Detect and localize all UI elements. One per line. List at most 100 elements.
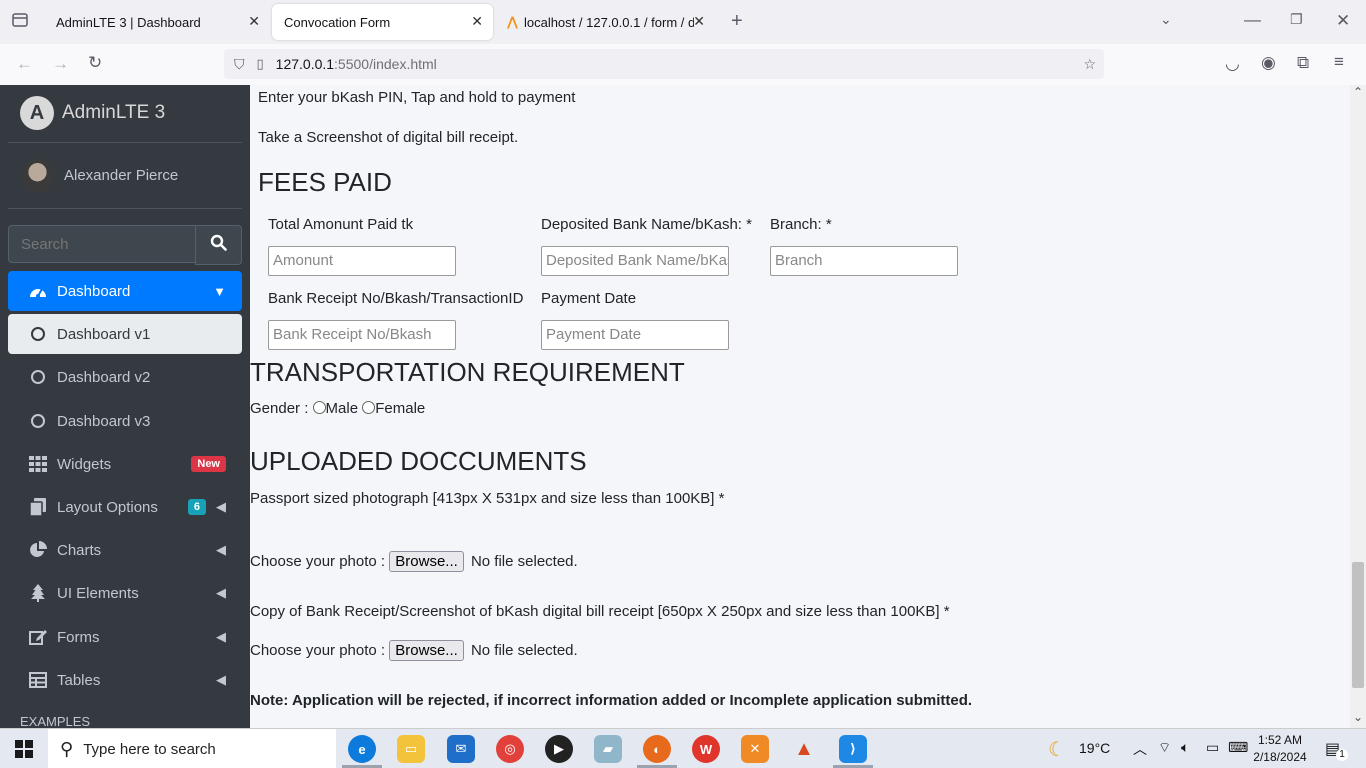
tab-adminlte-dashboard[interactable]: AdminLTE 3 | Dashboard ✕ [44, 4, 270, 40]
browse-button[interactable]: Browse... [389, 551, 464, 572]
payment-date-input[interactable]: Payment Date [541, 320, 729, 350]
tab-phpmyadmin[interactable]: ⋀ localhost / 127.0.0.1 / form / da ✕ [495, 4, 715, 40]
user-panel[interactable]: Alexander Pierce [21, 159, 178, 192]
sidebar-item-label: Dashboard v2 [57, 368, 151, 386]
scroll-up-icon[interactable]: ⌃ [1353, 85, 1363, 99]
close-tab-icon[interactable]: ✕ [248, 13, 260, 30]
extensions-icon[interactable]: ⧉ [1297, 53, 1309, 73]
list-all-tabs-icon[interactable]: ⌄ [1160, 11, 1172, 28]
brand-link[interactable]: A AdminLTE 3 [20, 96, 165, 130]
sidebar-item-label: Dashboard v3 [57, 412, 151, 430]
sidebar-item-label: Tables [57, 671, 101, 689]
firefox-icon[interactable]: ◐ [643, 735, 671, 763]
weather-temperature[interactable]: 19°C [1079, 740, 1110, 756]
sidebar: A AdminLTE 3 Alexander Pierce Dashboard … [0, 85, 250, 728]
choose-photo-label: Choose your photo : [250, 642, 386, 659]
menu-icon[interactable]: ≡ [1334, 52, 1344, 72]
url-bar[interactable]: ⛉ ▯ 127.0.0.1 :5500/index.html ☆ [224, 49, 1104, 79]
vscode-icon[interactable]: ⟩ [839, 735, 867, 763]
sidebar-item-dashboard-v3[interactable]: Dashboard v3 [8, 401, 242, 441]
sidebar-item-tables[interactable]: Tables ◀ [8, 660, 242, 700]
moon-weather-icon[interactable]: ☾ [1048, 737, 1066, 762]
chevron-up-icon[interactable]: ︿ [1133, 739, 1147, 759]
receipt-input[interactable]: Bank Receipt No/Bkash [268, 320, 456, 350]
wps-office-icon[interactable]: W [692, 735, 720, 763]
tab-convocation-form[interactable]: Convocation Form ✕ [272, 4, 493, 40]
mail-icon[interactable]: ✉ [447, 735, 475, 763]
reload-icon[interactable]: ↻ [88, 53, 102, 73]
chevron-left-icon: ◀ [216, 585, 226, 600]
page-scrollbar[interactable]: ⌃ ⌄ [1350, 85, 1366, 728]
edge-icon[interactable]: e [348, 735, 376, 763]
search-input[interactable] [8, 225, 195, 263]
sidebar-item-widgets[interactable]: Widgets New [8, 444, 242, 484]
browse-button[interactable]: Browse... [389, 640, 464, 661]
chevron-left-icon: ◀ [216, 542, 226, 557]
sidebar-item-dashboard-v1[interactable]: Dashboard v1 [8, 314, 242, 354]
fees-paid-heading: FEES PAID [258, 167, 392, 197]
windows-start-icon[interactable] [15, 740, 33, 763]
choose-photo-label: Choose your photo : [250, 553, 386, 570]
close-tab-icon[interactable]: ✕ [693, 13, 705, 30]
forward-icon[interactable]: → [52, 54, 69, 74]
page-icon: ▯ [256, 56, 264, 71]
sidebar-item-label: Layout Options [57, 498, 158, 516]
female-radio[interactable] [362, 401, 376, 414]
back-icon[interactable]: ← [16, 54, 33, 74]
minimize-icon[interactable]: — [1244, 10, 1261, 30]
pocket-icon[interactable]: ◡ [1225, 54, 1240, 74]
language-icon[interactable]: ⌨ [1228, 739, 1248, 756]
male-radio[interactable] [312, 401, 326, 414]
account-icon[interactable]: ◉ [1261, 53, 1276, 73]
receipt-label: Bank Receipt No/Bkash/TransactionID [268, 290, 524, 307]
close-window-icon[interactable]: ✕ [1336, 11, 1350, 31]
media-player-icon[interactable]: ▶ [545, 735, 573, 763]
sidebar-item-dashboard[interactable]: Dashboard ▼ [8, 271, 242, 311]
sidebar-item-ui-elements[interactable]: UI Elements ◀ [8, 573, 242, 613]
taskbar-search-placeholder: Type here to search [83, 740, 216, 758]
browser-tab-bar: AdminLTE 3 | Dashboard ✕ Convocation For… [0, 0, 1366, 44]
bookmark-star-icon[interactable]: ☆ [1083, 56, 1096, 73]
male-label: Male [325, 400, 359, 417]
chevron-left-icon: ◀ [216, 499, 226, 514]
app-icon[interactable]: ▰ [594, 735, 622, 763]
sidebar-search [8, 225, 242, 265]
sidebar-item-dashboard-v2[interactable]: Dashboard v2 [8, 357, 242, 397]
amount-input[interactable]: Amonunt [268, 246, 456, 276]
taskbar-search-box[interactable]: ⚲ Type here to search [48, 729, 336, 768]
female-label: Female [375, 400, 426, 417]
shield-icon[interactable]: ⛉ [234, 56, 245, 73]
new-tab-icon[interactable]: + [731, 10, 743, 33]
sidebar-item-label: Charts [57, 541, 102, 559]
chevron-left-icon: ◀ [216, 672, 226, 687]
new-badge: New [191, 456, 226, 472]
circle-icon [26, 414, 50, 428]
sidebar-item-charts[interactable]: Charts ◀ [8, 530, 242, 570]
sidebar-item-layout-options[interactable]: Layout Options 6 ◀ [8, 487, 242, 527]
search-button[interactable] [195, 225, 242, 265]
sidebar-item-forms[interactable]: Forms ◀ [8, 617, 242, 657]
phpmyadmin-icon: ⋀ [507, 14, 518, 29]
circle-icon [26, 370, 50, 384]
branch-input[interactable]: Branch [770, 246, 958, 276]
photo-upload-row: Choose your photo : Browse... No file se… [250, 551, 578, 572]
scrollbar-thumb[interactable] [1352, 562, 1364, 688]
close-tab-icon[interactable]: ✕ [471, 13, 483, 30]
chrome-icon[interactable]: ◎ [496, 735, 524, 763]
restore-icon[interactable]: ❐ [1290, 11, 1303, 28]
bank-name-input[interactable]: Deposited Bank Name/bKash [541, 246, 729, 276]
clock-date: 2/18/2024 [1253, 750, 1307, 764]
volume-icon[interactable]: 🔈︎ [1181, 739, 1189, 756]
tab-list-icon[interactable] [12, 12, 28, 33]
sidebar-item-label: Forms [57, 628, 100, 646]
network-icon[interactable]: ⌔ [1158, 739, 1171, 757]
scroll-down-icon[interactable]: ⌄ [1353, 710, 1363, 724]
bank-name-label: Deposited Bank Name/bKash: * [541, 216, 752, 233]
notification-count: 1 [1336, 749, 1348, 761]
chevron-left-icon: ◀ [216, 629, 226, 644]
file-explorer-icon[interactable]: ▭ [397, 735, 425, 763]
xampp-icon[interactable]: ✕ [741, 735, 769, 763]
battery-icon[interactable]: ▭ [1206, 739, 1219, 756]
matlab-icon[interactable]: ▲ [790, 735, 818, 763]
clock[interactable]: 1:52 AM 2/18/2024 [1252, 732, 1308, 766]
